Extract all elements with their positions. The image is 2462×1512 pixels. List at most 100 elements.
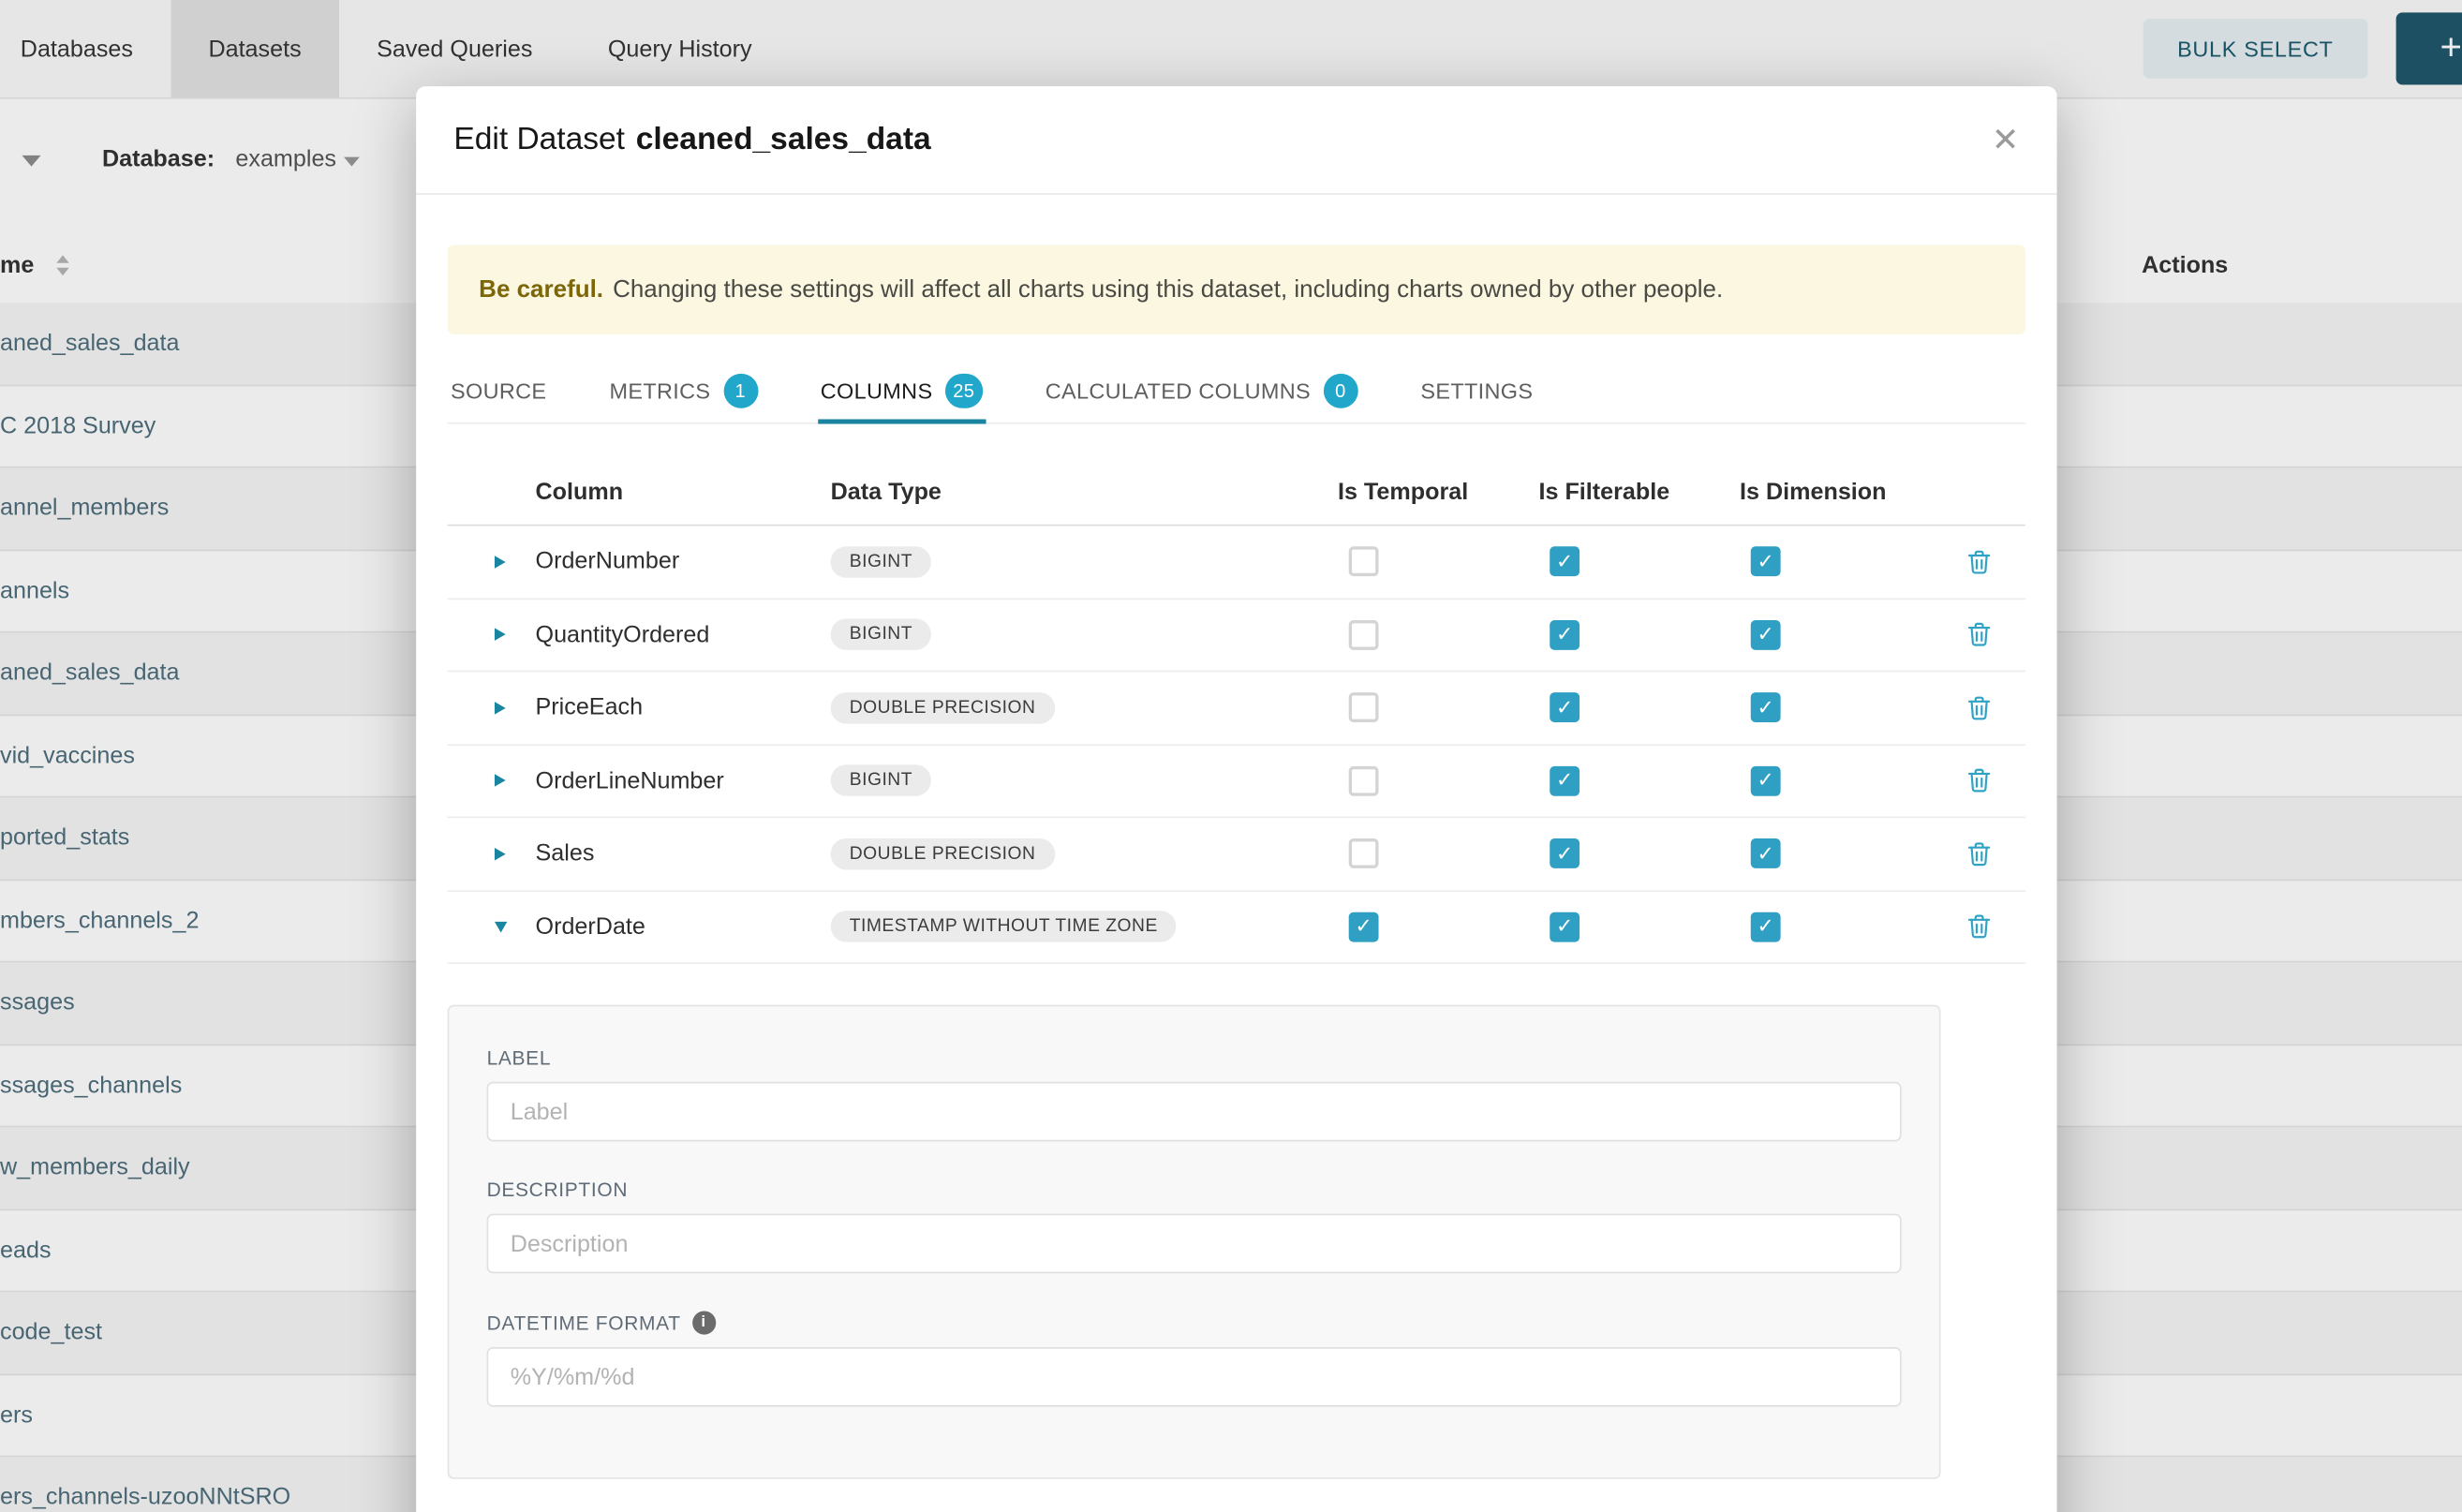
column-row-orderdate: OrderDateTIMESTAMP WITHOUT TIME ZONE ✓ ✓ ✓ [448,891,2025,964]
is-dimension-checkbox-cell: ✓ [1730,547,1932,577]
is-temporal-checkbox-cell: ✓ [1328,912,1530,941]
data-type-pill: DOUBLE PRECISION [831,838,1055,870]
column-name: OrderDate [536,913,831,940]
caret-cell [448,921,536,932]
screen: DatabasesDatasetsSaved QueriesQuery Hist… [0,0,2462,1512]
is-temporal-checkbox[interactable]: ✓ [1349,912,1379,941]
modal-header: Edit Dataset cleaned_sales_data ✕ [416,86,2056,195]
description-field-label-text: DESCRIPTION [487,1179,629,1201]
expand-caret-icon[interactable] [495,702,506,714]
tab-label: CALCULATED COLUMNS [1046,378,1311,404]
is-temporal-checkbox-cell [1328,547,1530,577]
expand-caret-icon[interactable] [495,775,506,787]
data-type-cell: BIGINT [831,619,1328,651]
tab-settings[interactable]: SETTINGS [1417,360,1536,422]
delete-cell [1932,549,2026,574]
is-dimension-checkbox[interactable]: ✓ [1751,693,1781,723]
expand-caret-icon[interactable] [495,629,506,641]
column-rows: OrderNumberBIGINT✓✓QuantityOrderedBIGINT… [448,526,2025,964]
trash-icon[interactable] [1966,841,1990,867]
is-filterable-checkbox-cell: ✓ [1529,693,1730,723]
is-temporal-checkbox[interactable] [1349,693,1379,723]
datetime-format-input[interactable] [487,1347,1902,1407]
is-temporal-checkbox[interactable] [1349,620,1379,650]
label-input[interactable] [487,1082,1902,1142]
is-dimension-checkbox[interactable]: ✓ [1751,547,1781,577]
expand-caret-icon[interactable] [495,848,506,860]
warning-text: Changing these settings will affect all … [613,275,1723,304]
is-temporal-checkbox-cell [1328,838,1530,868]
delete-cell [1932,768,2026,793]
data-type-pill: TIMESTAMP WITHOUT TIME ZONE [831,912,1177,943]
close-icon[interactable]: ✕ [1992,124,2020,156]
is-dimension-checkbox[interactable]: ✓ [1751,620,1781,650]
column-header: Column [536,478,831,504]
is-dimension-checkbox[interactable]: ✓ [1751,765,1781,795]
caret-cell [448,629,536,641]
column-name: OrderNumber [536,548,831,574]
tab-source[interactable]: SOURCE [448,360,550,422]
delete-cell [1932,695,2026,720]
is-dimension-checkbox[interactable]: ✓ [1751,838,1781,868]
is-dimension-checkbox[interactable]: ✓ [1751,912,1781,941]
column-row-sales: SalesDOUBLE PRECISION✓✓ [448,818,2025,891]
info-icon[interactable]: i [691,1311,715,1334]
is-temporal-header: Is Temporal [1328,478,1530,504]
caret-cell [448,848,536,860]
is-filterable-checkbox[interactable]: ✓ [1550,838,1580,868]
trash-icon[interactable] [1966,549,1990,574]
is-temporal-checkbox[interactable] [1349,765,1379,795]
is-filterable-checkbox[interactable]: ✓ [1550,693,1580,723]
trash-icon[interactable] [1966,914,1990,940]
description-input[interactable] [487,1214,1902,1274]
tab-label: METRICS [609,378,710,404]
column-row-ordernumber: OrderNumberBIGINT ✓ ✓ [448,526,2025,599]
is-dimension-checkbox-cell: ✓ [1730,765,1932,795]
delete-cell [1932,622,2026,647]
label-field-label: LABEL [487,1047,1902,1069]
is-filterable-checkbox[interactable]: ✓ [1550,765,1580,795]
tab-count-badge: 25 [945,374,983,408]
modal-title-dataset-name: cleaned_sales_data [636,122,931,158]
caret-cell [448,556,536,568]
datetime-format-label-text: DATETIME FORMAT [487,1312,681,1333]
trash-icon[interactable] [1966,695,1990,720]
is-filterable-checkbox[interactable]: ✓ [1550,620,1580,650]
warning-banner: Be careful. Changing these settings will… [448,245,2025,334]
tab-columns[interactable]: COLUMNS 25 [817,360,986,422]
columns-table-header: Column Data Type Is Temporal Is Filterab… [448,458,2025,526]
is-filterable-checkbox[interactable]: ✓ [1550,912,1580,941]
tab-label: COLUMNS [821,378,933,404]
data-type-cell: DOUBLE PRECISION [831,838,1328,870]
expand-caret-icon[interactable] [495,556,506,568]
is-temporal-checkbox[interactable] [1349,838,1379,868]
is-filterable-checkbox[interactable]: ✓ [1550,547,1580,577]
data-type-cell: BIGINT [831,765,1328,797]
caret-cell [448,702,536,714]
is-temporal-checkbox-cell [1328,620,1530,650]
description-field: DESCRIPTION [487,1179,1902,1274]
tab-label: SOURCE [451,378,546,404]
collapse-caret-icon[interactable] [495,921,507,932]
tab-calculated-columns[interactable]: CALCULATED COLUMNS0 [1042,360,1360,422]
trash-icon[interactable] [1966,622,1990,647]
description-field-label: DESCRIPTION [487,1179,1902,1201]
tab-count-badge: 1 [723,374,758,408]
delete-cell [1932,841,2026,867]
is-temporal-checkbox-cell [1328,765,1530,795]
is-dimension-checkbox-cell: ✓ [1730,838,1932,868]
column-name: OrderLineNumber [536,767,831,793]
label-field: LABEL [487,1047,1902,1142]
trash-icon[interactable] [1966,768,1990,793]
data-type-header: Data Type [831,478,1328,504]
data-type-pill: DOUBLE PRECISION [831,692,1055,724]
is-dimension-checkbox-cell: ✓ [1730,693,1932,723]
data-type-pill: BIGINT [831,546,932,578]
columns-table: Column Data Type Is Temporal Is Filterab… [448,458,2025,964]
column-row-priceeach: PriceEachDOUBLE PRECISION✓✓ [448,672,2025,745]
tab-metrics[interactable]: METRICS 1 [606,360,761,422]
is-temporal-checkbox[interactable] [1349,547,1379,577]
edit-dataset-modal: Edit Dataset cleaned_sales_data ✕ Be car… [416,86,2056,1512]
modal-tabs: SOURCE METRICS 1 COLUMNS 25 CALCULATED COLUMN… [448,360,2025,424]
data-type-pill: BIGINT [831,619,932,651]
